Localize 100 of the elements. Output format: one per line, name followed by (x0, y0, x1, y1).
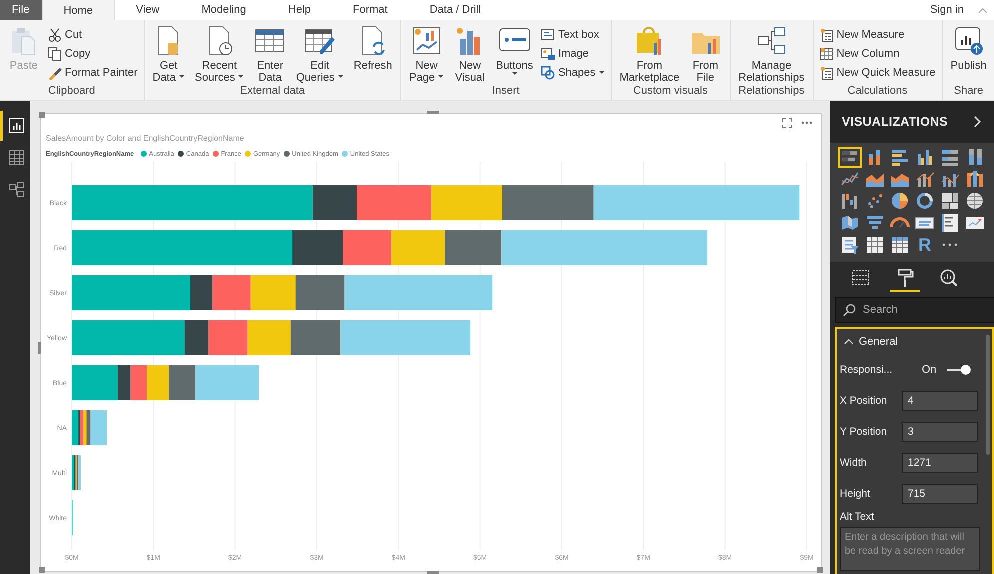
visual-type-button[interactable] (838, 146, 862, 168)
resize-handle[interactable] (39, 112, 45, 118)
chart-title: SalesAmount by Color and EnglishCountryRegionName (45, 133, 246, 145)
ribbon-button[interactable]: Text box (539, 26, 607, 43)
scissors-icon (48, 28, 62, 42)
ribbon-button[interactable]: Enter Data (250, 22, 290, 84)
caret-icon (238, 75, 244, 78)
ribbon-button[interactable]: Recent Sources (191, 22, 248, 84)
input-field[interactable]: 3 (902, 422, 978, 442)
ribbon-button[interactable]: New Column (818, 45, 938, 62)
calculator-icon (820, 28, 834, 42)
bar-segment[interactable] (312, 186, 358, 220)
ribbon-button[interactable]: Format Painter (46, 64, 140, 81)
brush-icon (48, 66, 62, 80)
resize-handle[interactable] (38, 342, 41, 354)
ribbon-button[interactable]: Edit Queries (292, 22, 348, 84)
diagram-icon (756, 25, 788, 57)
caret-icon (438, 75, 444, 78)
bar-segment[interactable] (169, 366, 196, 400)
group-label: Calculations (846, 84, 909, 99)
resize-handle[interactable] (427, 571, 439, 574)
table-icon (820, 46, 834, 60)
bar-segment[interactable] (72, 410, 79, 446)
collapse-ribbon-icon (978, 6, 988, 14)
bar-segment[interactable] (184, 320, 208, 356)
shapes-icon (541, 66, 556, 80)
caret-icon (338, 75, 344, 78)
ribbon-button[interactable]: Cut (46, 26, 140, 43)
ribbon-button[interactable]: New Measure (818, 26, 938, 43)
field-label: Width (840, 456, 868, 468)
model-diagram-icon (8, 182, 24, 198)
resize-handle[interactable] (817, 567, 823, 573)
caret-icon (512, 72, 518, 75)
ribbon-button[interactable]: Get Data (148, 22, 189, 84)
field-label: Alt Text (840, 511, 876, 523)
search-icon (843, 304, 856, 317)
bar-segment[interactable] (118, 366, 131, 400)
ribbon-button[interactable]: New Page (405, 22, 448, 84)
visual-type-button[interactable]: R (913, 234, 937, 256)
resize-handle[interactable] (427, 111, 439, 114)
caret-icon (598, 71, 605, 74)
magnifier-chart-icon (939, 268, 959, 288)
input-field[interactable]: 715 (902, 484, 978, 504)
gauge-icon (889, 217, 911, 230)
publish-icon (952, 25, 985, 57)
chevron-right-icon (974, 116, 982, 128)
ribbon-button[interactable]: From File (686, 22, 726, 84)
ribbon-button[interactable]: Buttons (492, 22, 538, 78)
ribbon-tab[interactable]: View (115, 0, 181, 20)
bar-segment[interactable] (190, 276, 212, 310)
slicer-icon (839, 234, 861, 256)
toggle-switch[interactable]: On (922, 364, 971, 376)
fields-icon (851, 268, 871, 288)
pane-title: VISUALIZATIONS (842, 114, 948, 129)
ribbon-button[interactable]: From Marketplace (616, 22, 684, 84)
ribbon-button[interactable]: New Visual (450, 22, 490, 84)
calculator-icon (820, 66, 834, 80)
ribbon-button[interactable]: New Quick Measure (818, 64, 938, 81)
caret-icon (179, 75, 185, 78)
ribbon-tab[interactable]: Home (42, 0, 116, 21)
ribbon-tab[interactable]: Modeling (180, 0, 268, 20)
bar-segment[interactable] (147, 366, 170, 400)
bar-segment[interactable] (86, 410, 91, 446)
group-label: External data (239, 84, 306, 99)
file-menu[interactable]: File (0, 0, 42, 20)
input-field[interactable]: 4 (902, 390, 978, 410)
field-label: Height (840, 488, 872, 500)
chart-page-icon (410, 25, 443, 57)
sign-in-link[interactable]: Sign in (916, 0, 978, 20)
bar-segment[interactable] (130, 366, 148, 400)
ribbon-button[interactable]: Image (539, 45, 607, 62)
ribbon-button[interactable]: Refresh (350, 22, 396, 72)
image-icon (541, 46, 556, 60)
bar-segment[interactable] (76, 456, 79, 490)
bar-segment[interactable] (296, 276, 345, 310)
ribbon-button[interactable]: Manage Relationships (734, 22, 809, 84)
resize-handle[interactable] (39, 567, 45, 573)
text-area[interactable]: Enter a description that will be read by a screen reader (840, 527, 980, 571)
ribbon-tab[interactable]: Data / Drill (408, 0, 502, 20)
scrollbar[interactable] (986, 335, 990, 455)
input-field[interactable]: 1271 (902, 452, 978, 472)
group-label: Relationships (738, 84, 806, 99)
section-header[interactable]: General (840, 329, 982, 354)
bar-segment[interactable] (83, 410, 87, 446)
ribbon-tab[interactable]: Format (332, 0, 409, 20)
field-label: X Position (840, 394, 888, 406)
ribbon-button[interactable]: Shapes (539, 64, 607, 81)
ribbon-tab[interactable]: Help (267, 0, 332, 20)
bar-segment[interactable] (90, 410, 108, 446)
more-options-icon (801, 121, 813, 125)
bar-chart-icon (8, 118, 24, 134)
search-field[interactable]: Search (835, 297, 994, 323)
ribbon-button[interactable]: Copy (46, 45, 140, 62)
group-label: Custom visuals (632, 84, 709, 99)
focus-mode-icon (782, 118, 793, 128)
copy-icon (48, 46, 62, 60)
ribbon-button[interactable]: Publish (946, 22, 991, 72)
group-label: Share (953, 84, 984, 99)
group-label: Clipboard (47, 84, 96, 99)
field-label: Responsi... (840, 364, 894, 376)
